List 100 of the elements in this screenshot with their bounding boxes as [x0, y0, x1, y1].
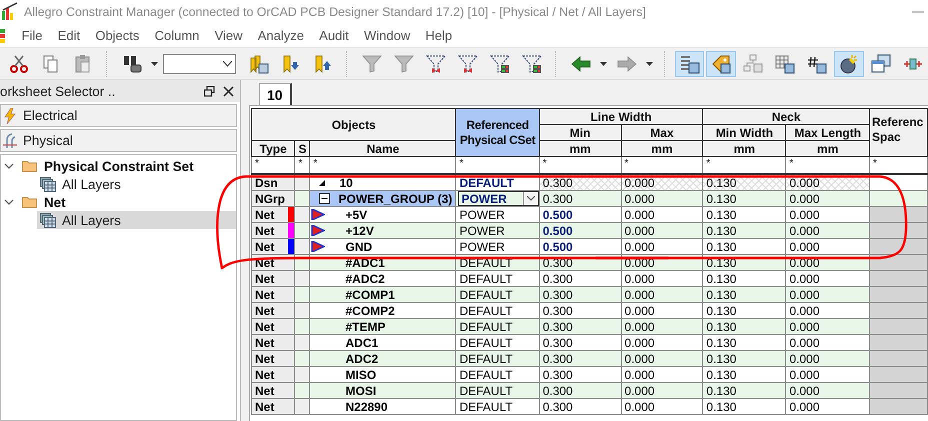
menu-item[interactable]: Audit — [312, 24, 356, 46]
funnel-icon — [426, 54, 446, 74]
filter-cell[interactable]: * — [702, 156, 786, 174]
menu-item[interactable]: Window — [356, 24, 418, 46]
table-cell: DEFAULT — [456, 382, 540, 398]
column-header: Referenc Spac — [869, 108, 928, 156]
table-cell: DEFAULT — [456, 398, 540, 414]
panel-title: orksheet Selector .. — [0, 84, 116, 98]
caret-icon — [600, 62, 608, 66]
tree-item[interactable]: Net — [44, 194, 66, 210]
tree-item[interactable]: All Layers — [37, 211, 236, 229]
filter-cell[interactable]: * — [786, 156, 870, 174]
chevron-icon[interactable] — [4, 162, 14, 170]
menu-item[interactable]: Objects — [88, 24, 147, 46]
table-cell: 0.000 — [786, 350, 870, 366]
table-cell: 0.300 — [539, 190, 622, 206]
filter-cell[interactable]: * — [310, 156, 456, 174]
funnel-icon — [394, 54, 414, 74]
menu-item[interactable]: File — [14, 24, 50, 46]
menu-item[interactable]: Edit — [50, 24, 88, 46]
table-cell: 0.300 — [539, 286, 622, 302]
table-cell: POWER — [456, 222, 540, 238]
bookmark-icon — [313, 54, 334, 74]
section-button[interactable]: Electrical — [0, 104, 237, 127]
caret-icon — [526, 196, 535, 201]
funnel-icon — [522, 54, 542, 74]
expander-icon[interactable] — [319, 180, 326, 186]
column-header: Min — [539, 124, 622, 140]
type-cell: Net — [252, 318, 288, 334]
window-title: Allegro Constraint Manager (connected to OrCAD PCB Designer Standard 17.2) [10] - [Physical / Net / All Layers] — [24, 5, 646, 19]
table-cell: DEFAULT — [456, 286, 540, 302]
filter-cell[interactable]: * — [539, 156, 622, 174]
sun-icon — [839, 54, 860, 74]
table-cell: 0.300 — [539, 398, 622, 414]
table-cell: 0.000 — [786, 318, 870, 334]
layers-icon — [40, 212, 56, 228]
view-button[interactable] — [674, 50, 704, 76]
restore-icon[interactable] — [204, 86, 215, 96]
unit-header: mm — [621, 140, 703, 156]
view-button[interactable] — [834, 50, 864, 76]
object-name[interactable]: GND — [345, 240, 372, 254]
object-name[interactable]: +12V — [345, 224, 374, 238]
hierarchy-icon — [743, 54, 764, 74]
table-cell: 0.130 — [702, 398, 786, 414]
object-name[interactable]: MISO — [345, 368, 376, 382]
table-cell: 0.300 — [539, 318, 622, 334]
folder-icon — [22, 160, 37, 172]
unit-header: mm — [539, 140, 622, 156]
table-cell: 0.130 — [702, 190, 786, 206]
object-name[interactable]: MOSI — [345, 384, 376, 398]
arrow-left-icon — [570, 54, 591, 74]
tree-item[interactable]: Physical Constraint Set — [44, 158, 194, 174]
table-cell: DEFAULT — [456, 350, 540, 366]
menu-item[interactable]: Column — [147, 24, 207, 46]
section-button[interactable]: Physical — [0, 129, 237, 152]
menu-item[interactable]: Help — [418, 24, 460, 46]
table-cell: 0.000 — [786, 382, 870, 398]
menu-item[interactable]: Analyze — [250, 24, 312, 46]
filter-cell[interactable]: * — [456, 156, 540, 174]
chevron-icon[interactable] — [4, 198, 14, 206]
filter-cell[interactable]: * — [621, 156, 703, 174]
cset-dropdown[interactable]: POWER — [458, 192, 538, 206]
table-cell: 0.000 — [621, 398, 703, 414]
object-name[interactable]: 10 — [339, 176, 353, 190]
tree-item[interactable]: All Layers — [37, 175, 236, 193]
table-cell: 0.000 — [621, 190, 703, 206]
worksheet-tab[interactable]: 10 — [259, 83, 292, 105]
table-cell: DEFAULT — [456, 318, 540, 334]
unit-header: mm — [786, 140, 870, 156]
table-cell: 0.130 — [702, 382, 786, 398]
table-cell: 0.130 — [702, 286, 786, 302]
column-header[interactable]: Referenced Physical CSet — [456, 108, 540, 156]
lightning-icon — [3, 108, 17, 124]
type-cell: Net — [252, 398, 288, 414]
filter-cell[interactable]: * — [869, 156, 928, 174]
table-cell: 0.300 — [539, 174, 622, 190]
type-cell: Net — [252, 382, 288, 398]
bookmark-icon — [281, 54, 302, 74]
table-cell: 0.000 — [786, 174, 870, 190]
column-header: Objects — [252, 108, 456, 140]
collapse-icon[interactable] — [319, 193, 330, 204]
view-button[interactable] — [706, 50, 736, 76]
menu-item[interactable]: View — [206, 24, 250, 46]
scissors-icon — [8, 54, 29, 74]
caret-icon — [223, 60, 232, 66]
object-name[interactable]: +5V — [345, 208, 368, 222]
column-header: Name — [310, 140, 456, 156]
type-cell: Net — [252, 286, 288, 302]
table-cell: 0.000 — [786, 286, 870, 302]
app-icon — [0, 2, 20, 22]
caret-icon — [151, 62, 158, 66]
close-icon[interactable] — [223, 86, 234, 96]
type-cell: Net — [252, 222, 288, 238]
unit-header: mm — [702, 140, 786, 156]
bookmark-icon — [249, 54, 270, 74]
filter-cell[interactable]: * — [252, 156, 295, 174]
column-header: Neck — [702, 108, 870, 124]
table-cell: 0.130 — [702, 174, 786, 190]
tag-icon — [711, 54, 732, 74]
table-cell: 0.000 — [621, 350, 703, 366]
